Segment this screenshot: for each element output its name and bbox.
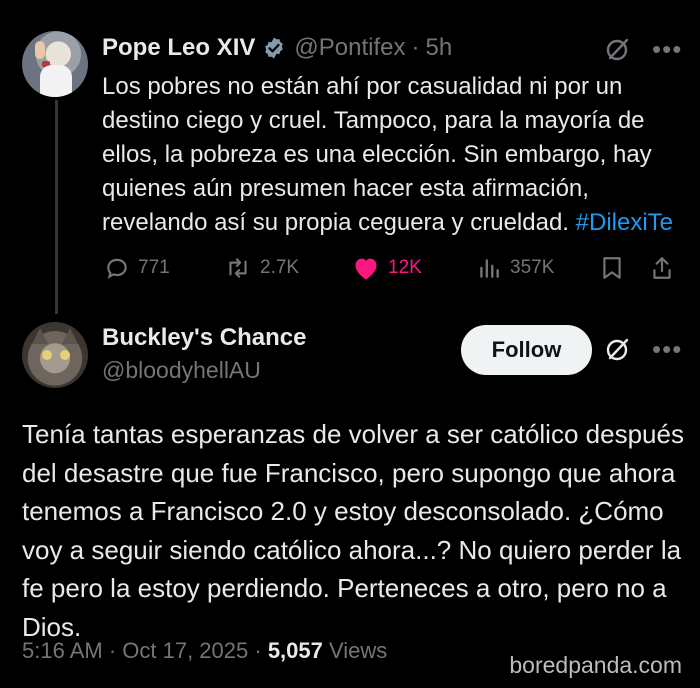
views-button[interactable]: 357K bbox=[476, 255, 554, 281]
tweet1-text: Los pobres no están ahí por casualidad n… bbox=[102, 70, 692, 240]
like-count: 12K bbox=[388, 257, 422, 278]
repost-icon bbox=[229, 258, 247, 278]
handle[interactable]: @Pontifex bbox=[294, 34, 405, 62]
avatar-pontifex[interactable] bbox=[22, 31, 88, 97]
grok-icon[interactable] bbox=[605, 336, 631, 362]
display-name[interactable]: Buckley's Chance bbox=[102, 324, 306, 352]
views-label: Views bbox=[329, 638, 388, 663]
separator: · bbox=[411, 34, 420, 61]
watermark: boredpanda.com bbox=[509, 652, 682, 678]
views-icon bbox=[480, 259, 499, 278]
tweet1-action-bar: 771 2.7K 12K 357K bbox=[102, 255, 682, 285]
grok-icon[interactable] bbox=[605, 36, 631, 62]
repost-button[interactable]: 2.7K bbox=[224, 255, 299, 281]
post-timestamp[interactable]: 5:16 AM · Oct 17, 2025 · bbox=[22, 638, 262, 663]
views-count: 357K bbox=[510, 257, 555, 278]
repost-count: 2.7K bbox=[260, 257, 300, 278]
tweet1-header: Pope Leo XIV @Pontifex · 5h bbox=[102, 34, 452, 62]
follow-button[interactable]: Follow bbox=[461, 325, 592, 375]
heart-icon bbox=[355, 258, 377, 280]
avatar-bloodyhellau[interactable] bbox=[22, 322, 88, 388]
verified-badge-icon bbox=[265, 37, 284, 59]
handle[interactable]: @bloodyhellAU bbox=[102, 357, 261, 384]
more-options-icon[interactable]: ••• bbox=[652, 334, 682, 365]
tweet1-body: Los pobres no están ahí por casualidad n… bbox=[102, 73, 652, 236]
tweet2-meta: 5:16 AM · Oct 17, 2025 · 5,057 Views bbox=[22, 638, 387, 664]
views-count: 5,057 bbox=[267, 638, 323, 663]
post-time[interactable]: 5h bbox=[425, 34, 452, 62]
display-name[interactable]: Pope Leo XIV bbox=[102, 34, 255, 62]
reply-button[interactable]: 771 bbox=[104, 255, 170, 281]
share-button[interactable] bbox=[650, 255, 682, 281]
reply-icon bbox=[107, 258, 127, 279]
thread-connector-line bbox=[55, 100, 58, 314]
hashtag-link[interactable]: #DilexiTe bbox=[576, 209, 673, 236]
bookmark-button[interactable] bbox=[600, 255, 632, 281]
bookmark-icon bbox=[603, 257, 621, 279]
tweet2-text: Tenía tantas esperanzas de volver a ser … bbox=[22, 419, 684, 642]
more-options-icon[interactable]: ••• bbox=[652, 34, 682, 65]
reply-count: 771 bbox=[138, 257, 170, 278]
like-button[interactable]: 12K bbox=[352, 255, 422, 281]
share-icon bbox=[653, 257, 671, 279]
